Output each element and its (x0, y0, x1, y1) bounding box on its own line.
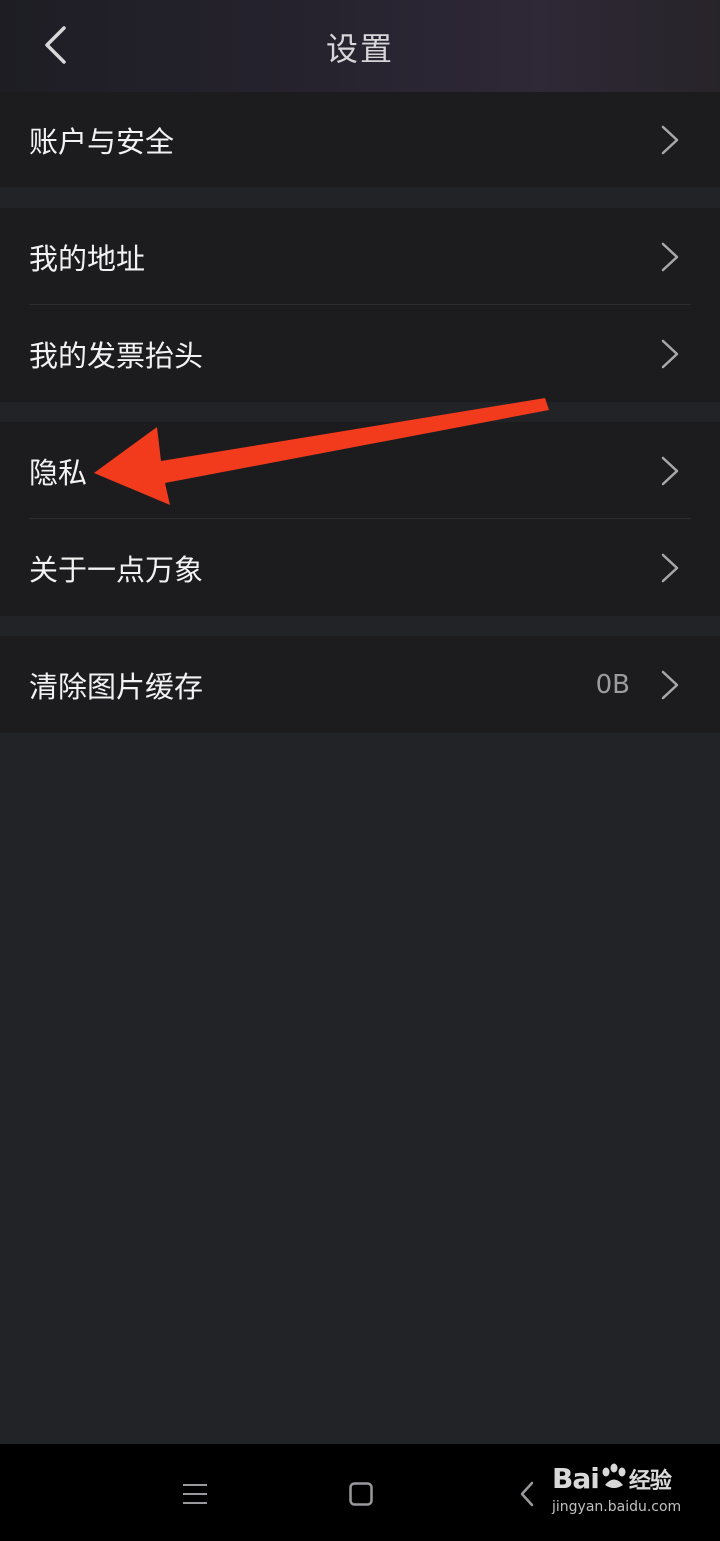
row-label: 我的发票抬头 (29, 338, 204, 373)
settings-row-invoice-title[interactable]: 我的发票抬头 (0, 305, 720, 402)
page-title: 设置 (325, 30, 394, 68)
row-label: 关于一点万象 (29, 552, 204, 587)
row-label: 清除图片缓存 (29, 669, 204, 704)
settings-row-my-address[interactable]: 我的地址 (0, 208, 720, 305)
paw-icon (602, 1463, 626, 1488)
settings-group-account: 账户与安全 (0, 92, 720, 187)
chevron-right-icon (661, 456, 679, 485)
nav-back-button[interactable] (512, 1474, 542, 1514)
home-icon (349, 1482, 373, 1506)
home-button[interactable] (341, 1474, 381, 1514)
menu-icon (183, 1484, 207, 1504)
row-label: 隐私 (29, 455, 88, 490)
back-icon (520, 1481, 534, 1507)
row-label: 账户与安全 (29, 124, 175, 159)
settings-group-privacy: 隐私 关于一点万象 (0, 422, 720, 616)
settings-row-account-security[interactable]: 账户与安全 (0, 92, 720, 187)
settings-group-address: 我的地址 我的发票抬头 (0, 208, 720, 402)
settings-group-cache: 清除图片缓存 0B (0, 636, 720, 733)
settings-row-privacy[interactable]: 隐私 (0, 422, 720, 519)
baidu-jingyan-watermark: Bai 经验 jingyan.baidu.com (552, 1462, 712, 1524)
settings-row-about[interactable]: 关于一点万象 (0, 519, 720, 616)
row-label: 我的地址 (29, 241, 146, 276)
menu-button[interactable] (175, 1474, 215, 1514)
chevron-right-icon (661, 339, 679, 368)
watermark-url: jingyan.baidu.com (552, 1499, 682, 1515)
chevron-right-icon (661, 125, 679, 154)
settings-row-clear-cache[interactable]: 清除图片缓存 0B (0, 636, 720, 733)
chevron-right-icon (661, 242, 679, 271)
watermark-logo: Bai 经验 (552, 1462, 672, 1495)
cache-size-value: 0B (595, 669, 630, 700)
chevron-right-icon (661, 670, 679, 699)
chevron-right-icon (661, 553, 679, 582)
